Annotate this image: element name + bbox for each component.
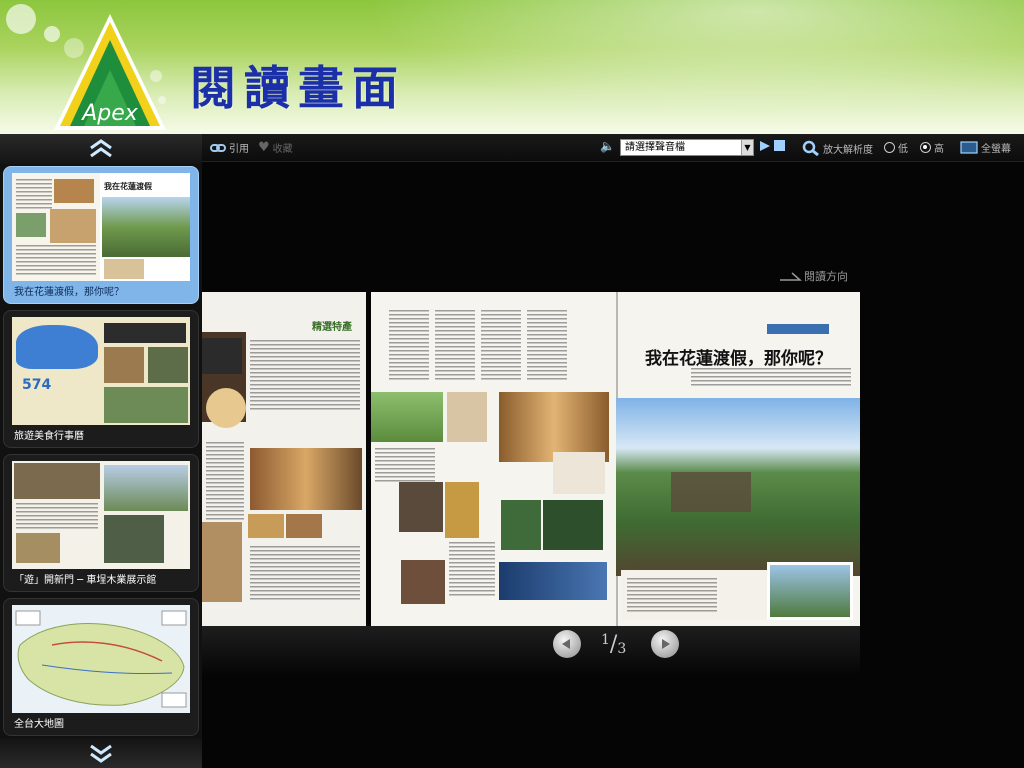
sidebar-item-hualien[interactable]: 我在花蓮渡假 我在花蓮渡假，那你呢？: [3, 166, 199, 304]
favorite-button[interactable]: ♥ 收藏: [258, 140, 293, 155]
thumbnail-image: [12, 605, 190, 713]
play-icon: [760, 141, 770, 151]
magnifier-icon: [802, 140, 819, 156]
prev-page-button[interactable]: [553, 630, 581, 658]
favorite-label: 收藏: [272, 144, 293, 155]
fullscreen-label: 全螢幕: [981, 144, 1011, 155]
zoom-resolution: 放大解析度: [802, 140, 873, 156]
screen-icon: [960, 141, 978, 154]
audio-select[interactable]: 請選擇聲音檔 ▼: [620, 139, 754, 156]
sidebar-item-checheng[interactable]: 「遊」開新門 ─ 車埕木業展示館: [3, 454, 199, 592]
quote-button[interactable]: 引用: [210, 140, 249, 155]
magazine-spread[interactable]: 我在花蓮渡假，那你呢？: [371, 292, 860, 626]
total-pages: 3: [617, 641, 627, 657]
link-icon: [210, 143, 226, 152]
res-low-label: 低: [898, 144, 908, 155]
zoom-label: 放大解析度: [823, 144, 873, 156]
radio-icon: [884, 142, 895, 153]
article-headline: 我在花蓮渡假，那你呢？: [645, 349, 832, 369]
page-reflection: [202, 626, 860, 676]
chevron-down-icon: [90, 744, 112, 763]
next-arrow-icon: [662, 639, 670, 649]
header-banner: Apex 閱讀畫面: [0, 0, 1024, 134]
magazine-page-left[interactable]: 精選特產: [202, 292, 366, 626]
decor-bubble: [6, 4, 36, 34]
sidebar-item-label: 全台大地圖: [14, 719, 64, 730]
apex-logo: Apex: [54, 14, 166, 130]
page-title: 閱讀畫面: [190, 61, 406, 115]
page-indicator: 1/3: [601, 632, 627, 657]
next-page-button[interactable]: [651, 630, 679, 658]
scroll-down-button[interactable]: [0, 738, 202, 768]
sidebar-item-calendar[interactable]: 574 旅遊美食行事曆: [3, 310, 199, 448]
svg-text:Apex: Apex: [80, 101, 139, 126]
thumbnail-image: 我在花蓮渡假: [12, 173, 190, 281]
stop-button[interactable]: [774, 140, 785, 151]
page-navigator: 1/3: [553, 630, 683, 660]
reading-direction-indicator: 閱讀方向: [780, 268, 848, 284]
sidebar-item-label: 「遊」開新門 ─ 車埕木業展示館: [14, 575, 157, 586]
play-button[interactable]: [759, 140, 771, 152]
resolution-low-radio[interactable]: 低: [884, 140, 908, 155]
quote-label: 引用: [229, 144, 249, 155]
heart-icon: ♥: [258, 140, 270, 155]
ebook-viewer: 我在花蓮渡假 我在花蓮渡假，那你呢？ 574 旅遊美食行事曆 「遊」開新門 ─ …: [0, 134, 1024, 768]
chevron-down-icon: ▼: [741, 140, 753, 155]
radio-selected-icon: [920, 142, 931, 153]
res-high-label: 高: [934, 144, 944, 155]
viewer-toolbar: 引用 ♥ 收藏 🔈 請選擇聲音檔 ▼ 放大解析度 低 高 全螢幕: [202, 134, 1024, 162]
sidebar-item-label: 我在花蓮渡假，那你呢？: [14, 287, 124, 298]
thumbnail-image: [12, 461, 190, 569]
banner-glow: [300, 0, 1024, 130]
current-page: 1: [601, 632, 610, 648]
taiwan-map-thumbnail: [15, 610, 187, 708]
reading-direction-label: 閱讀方向: [804, 270, 848, 283]
sidebar-item-label: 旅遊美食行事曆: [14, 431, 84, 442]
prev-arrow-icon: [562, 639, 570, 649]
direction-arrow-icon: [780, 272, 802, 281]
audio-select-value: 請選擇聲音檔: [625, 142, 685, 153]
thumbnail-image: 574: [12, 317, 190, 425]
resolution-high-radio[interactable]: 高: [920, 140, 944, 155]
left-section-title: 精選特產: [312, 322, 352, 333]
thumbnail-sidebar: 我在花蓮渡假 我在花蓮渡假，那你呢？ 574 旅遊美食行事曆 「遊」開新門 ─ …: [0, 134, 202, 768]
speaker-icon: 🔈: [600, 139, 615, 153]
sidebar-item-map[interactable]: 全台大地圖: [3, 598, 199, 736]
stop-icon: [774, 140, 785, 151]
chevron-up-icon: [90, 139, 112, 158]
fullscreen-button[interactable]: 全螢幕: [960, 140, 1011, 155]
scroll-up-button[interactable]: [0, 134, 202, 164]
